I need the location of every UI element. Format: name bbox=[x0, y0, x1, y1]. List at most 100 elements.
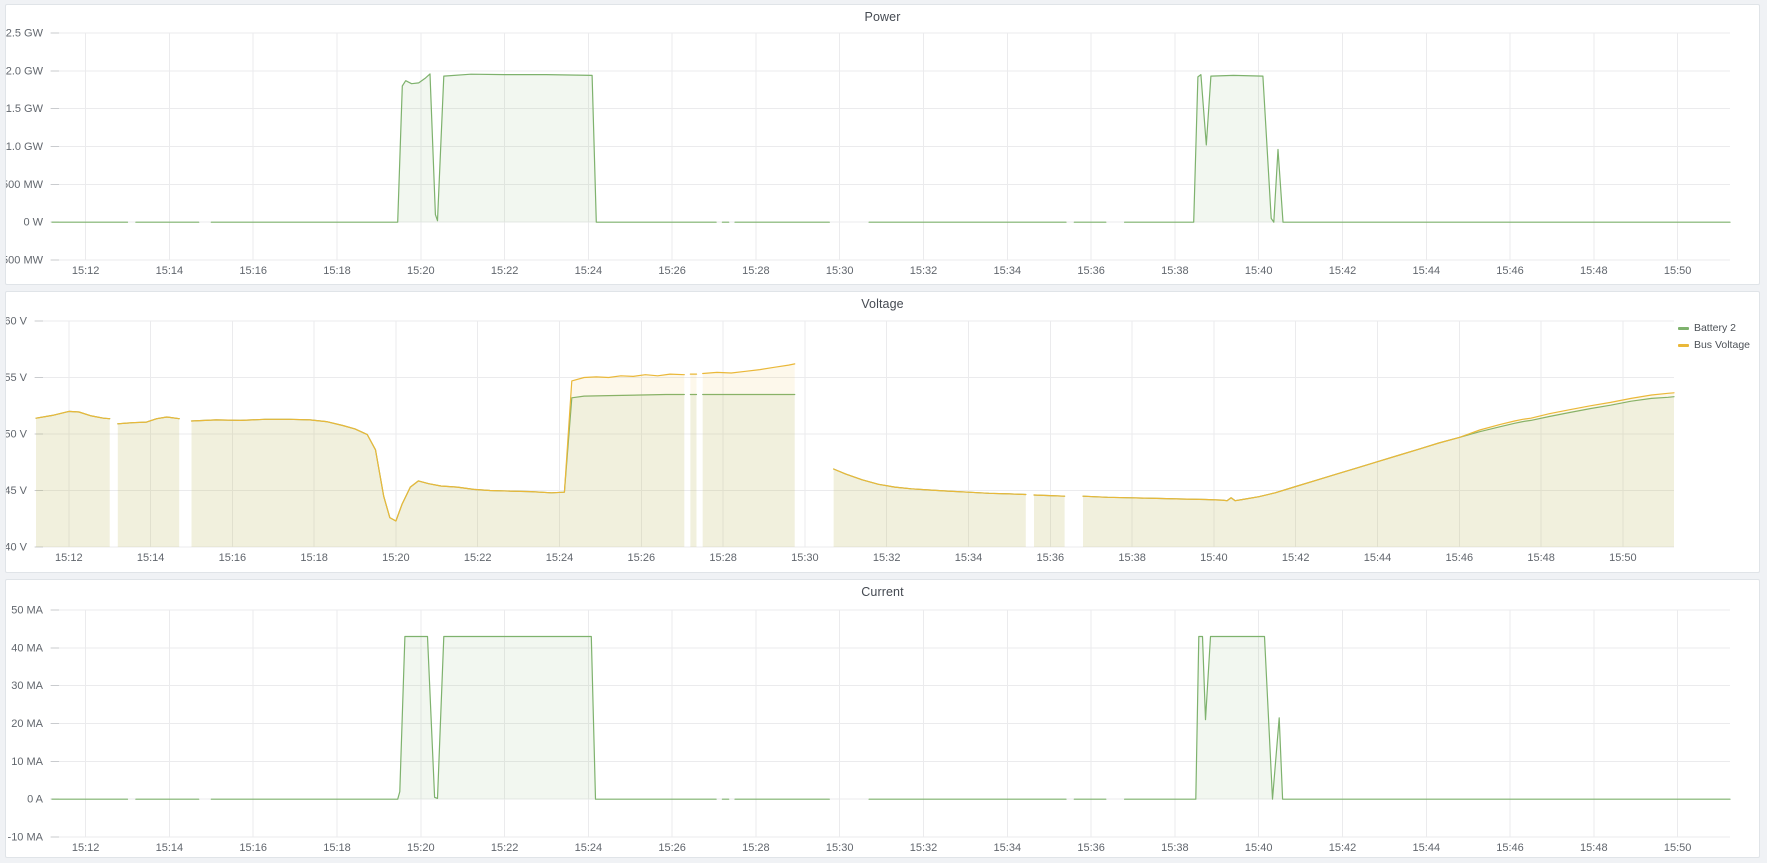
svg-text:15:18: 15:18 bbox=[300, 552, 328, 564]
voltage-legend: Battery 2 Bus Voltage bbox=[1678, 321, 1750, 353]
svg-text:30 MA: 30 MA bbox=[11, 680, 43, 692]
x-axis-labels: 15:1215:1415:1615:1815:2015:2215:2415:26… bbox=[72, 842, 1692, 854]
svg-text:15:46: 15:46 bbox=[1496, 265, 1524, 277]
legend-label-bus-voltage: Bus Voltage bbox=[1694, 338, 1750, 353]
svg-text:15:34: 15:34 bbox=[994, 265, 1022, 277]
svg-text:15:40: 15:40 bbox=[1245, 842, 1273, 854]
svg-text:15:34: 15:34 bbox=[955, 552, 983, 564]
chart-svg-current: 50 MA40 MA30 MA20 MA10 MA0 A-10 MA15:121… bbox=[6, 580, 1759, 857]
voltage-chart[interactable]: 60 V 55 V 50 V 45 V 40 V 15:12 15:14 15:16 15:18… bbox=[6, 292, 1759, 572]
x-axis-labels: 15:12 15:14 15:16 15:18 15:20 15:22 15:24 15:26… bbox=[55, 552, 1637, 564]
svg-text:15:32: 15:32 bbox=[873, 552, 901, 564]
svg-text:55 V: 55 V bbox=[6, 372, 28, 384]
svg-text:15:38: 15:38 bbox=[1118, 552, 1146, 564]
svg-text:15:42: 15:42 bbox=[1329, 265, 1357, 277]
svg-text:15:40: 15:40 bbox=[1200, 552, 1228, 564]
svg-text:15:22: 15:22 bbox=[464, 552, 492, 564]
current-chart[interactable]: 50 MA40 MA30 MA20 MA10 MA0 A-10 MA15:121… bbox=[6, 580, 1759, 857]
svg-text:40 V: 40 V bbox=[6, 542, 28, 554]
svg-text:15:20: 15:20 bbox=[382, 552, 410, 564]
svg-text:15:12: 15:12 bbox=[72, 842, 100, 854]
power-chart[interactable]: 2.5 GW2.0 GW1.5 GW1.0 GW500 MW0 W-500 MW… bbox=[6, 5, 1759, 284]
series-power-area bbox=[211, 74, 716, 222]
x-axis-labels: 15:1215:1415:1615:1815:2015:2215:2415:26… bbox=[72, 265, 1692, 277]
svg-text:15:48: 15:48 bbox=[1527, 552, 1555, 564]
svg-text:15:48: 15:48 bbox=[1580, 842, 1608, 854]
svg-text:15:40: 15:40 bbox=[1245, 265, 1273, 277]
panel-current: Current 50 MA40 MA30 MA20 MA10 MA0 A-10 … bbox=[5, 579, 1760, 858]
svg-text:2.5 GW: 2.5 GW bbox=[6, 28, 44, 40]
svg-text:15:20: 15:20 bbox=[407, 842, 435, 854]
svg-text:15:46: 15:46 bbox=[1496, 842, 1524, 854]
svg-text:15:24: 15:24 bbox=[575, 265, 603, 277]
svg-text:15:32: 15:32 bbox=[910, 842, 938, 854]
panel-title-current[interactable]: Current bbox=[6, 585, 1759, 599]
svg-text:15:26: 15:26 bbox=[658, 842, 686, 854]
panel-title-voltage[interactable]: Voltage bbox=[6, 297, 1759, 311]
legend-item-bus-voltage[interactable]: Bus Voltage bbox=[1678, 338, 1750, 353]
svg-text:15:44: 15:44 bbox=[1413, 265, 1441, 277]
svg-text:60 V: 60 V bbox=[6, 316, 28, 328]
svg-text:1.5 GW: 1.5 GW bbox=[6, 103, 44, 115]
svg-text:15:14: 15:14 bbox=[156, 265, 184, 277]
svg-text:0 A: 0 A bbox=[27, 794, 44, 806]
svg-text:15:12: 15:12 bbox=[72, 265, 100, 277]
svg-text:45 V: 45 V bbox=[6, 485, 28, 497]
svg-text:15:42: 15:42 bbox=[1282, 552, 1310, 564]
svg-text:15:28: 15:28 bbox=[742, 842, 770, 854]
svg-text:50 V: 50 V bbox=[6, 429, 28, 441]
svg-text:15:22: 15:22 bbox=[491, 265, 519, 277]
svg-text:15:14: 15:14 bbox=[137, 552, 165, 564]
svg-text:15:12: 15:12 bbox=[55, 552, 83, 564]
svg-text:15:34: 15:34 bbox=[994, 842, 1022, 854]
svg-text:15:50: 15:50 bbox=[1609, 552, 1637, 564]
svg-text:15:36: 15:36 bbox=[1077, 265, 1105, 277]
svg-text:50 MA: 50 MA bbox=[11, 605, 43, 617]
svg-text:15:26: 15:26 bbox=[628, 552, 656, 564]
gridlines bbox=[50, 610, 1730, 837]
series-bus-voltage-area bbox=[690, 374, 696, 547]
y-axis-labels: 2.5 GW2.0 GW1.5 GW1.0 GW500 MW0 W-500 MW bbox=[6, 28, 44, 267]
series-group bbox=[36, 364, 1674, 547]
legend-item-battery-2[interactable]: Battery 2 bbox=[1678, 321, 1750, 336]
panel-title-power[interactable]: Power bbox=[6, 10, 1759, 24]
svg-text:15:44: 15:44 bbox=[1413, 842, 1441, 854]
svg-text:20 MA: 20 MA bbox=[11, 718, 43, 730]
svg-text:40 MA: 40 MA bbox=[11, 642, 43, 654]
series-current-area bbox=[1125, 637, 1730, 800]
svg-text:15:14: 15:14 bbox=[156, 842, 184, 854]
svg-text:15:16: 15:16 bbox=[219, 552, 247, 564]
series-group bbox=[52, 74, 1730, 222]
gridlines bbox=[50, 33, 1730, 260]
chart-svg-power: 2.5 GW2.0 GW1.5 GW1.0 GW500 MW0 W-500 MW… bbox=[6, 5, 1759, 284]
series-bus-voltage-area bbox=[192, 374, 685, 547]
panel-voltage: Voltage 60 V55 V50 V45 V40 V15:1215:1415… bbox=[5, 291, 1760, 573]
dashboard: Power 2.5 GW2.0 GW1.5 GW1.0 GW500 MW0 W-… bbox=[0, 0, 1767, 863]
svg-text:15:44: 15:44 bbox=[1364, 552, 1392, 564]
svg-text:15:36: 15:36 bbox=[1037, 552, 1065, 564]
svg-text:500 MW: 500 MW bbox=[6, 179, 44, 191]
legend-label-battery-2: Battery 2 bbox=[1694, 321, 1736, 336]
y-axis-labels: 60 V 55 V 50 V 45 V 40 V bbox=[6, 316, 28, 554]
svg-text:15:26: 15:26 bbox=[658, 265, 686, 277]
svg-text:15:24: 15:24 bbox=[546, 552, 574, 564]
series-bus-voltage-area bbox=[834, 469, 1026, 547]
svg-text:15:32: 15:32 bbox=[910, 265, 938, 277]
series-bus-voltage-area bbox=[703, 364, 795, 547]
y-axis-labels: 50 MA40 MA30 MA20 MA10 MA0 A-10 MA bbox=[8, 605, 44, 844]
svg-text:15:16: 15:16 bbox=[239, 265, 267, 277]
series-current-area bbox=[211, 637, 716, 800]
chart-svg-voltage: 60 V 55 V 50 V 45 V 40 V 15:12 15:14 15:16 15:18… bbox=[6, 292, 1759, 572]
svg-text:15:24: 15:24 bbox=[575, 842, 603, 854]
svg-text:15:50: 15:50 bbox=[1664, 842, 1692, 854]
svg-text:15:16: 15:16 bbox=[239, 842, 267, 854]
svg-text:15:18: 15:18 bbox=[323, 265, 351, 277]
svg-text:15:50: 15:50 bbox=[1664, 265, 1692, 277]
svg-text:15:42: 15:42 bbox=[1329, 842, 1357, 854]
series-bus-voltage-area bbox=[36, 411, 110, 547]
svg-text:15:46: 15:46 bbox=[1446, 552, 1474, 564]
svg-text:15:30: 15:30 bbox=[826, 265, 854, 277]
svg-text:0 W: 0 W bbox=[23, 217, 43, 229]
bus-voltage-series-color-icon bbox=[1678, 344, 1689, 347]
svg-text:15:28: 15:28 bbox=[709, 552, 737, 564]
